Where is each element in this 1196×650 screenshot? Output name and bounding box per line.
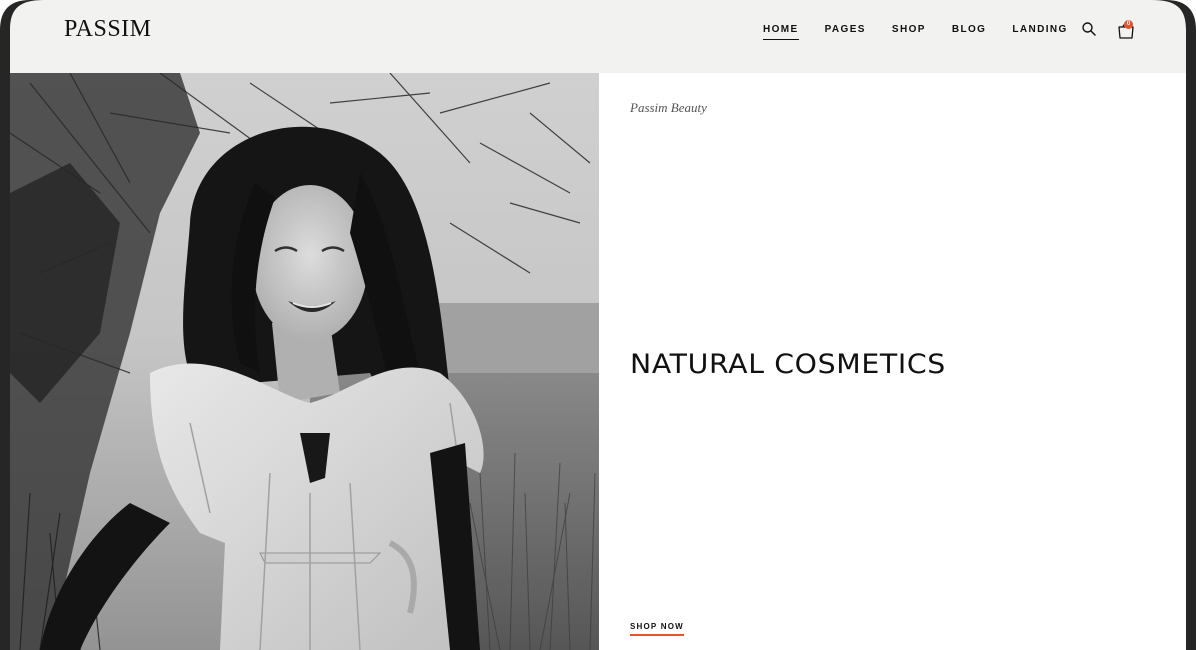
shop-now-link[interactable]: SHOP NOW <box>630 622 684 636</box>
hero-eyebrow: Passim Beauty <box>630 100 707 115</box>
nav-item-shop[interactable]: SHOP <box>892 24 926 40</box>
search-icon[interactable] <box>1081 21 1097 37</box>
nav-item-landing[interactable]: LANDING <box>1012 24 1067 40</box>
site-logo[interactable]: PASSIM <box>64 16 152 43</box>
main-nav: HOME PAGES SHOP BLOG LANDING <box>763 24 1094 40</box>
nav-item-blog[interactable]: BLOG <box>952 24 987 40</box>
browser-screen: PASSIM HOME PAGES SHOP BLOG LANDING 0 Pa… <box>10 0 1186 650</box>
cart-count-badge: 0 <box>1124 20 1133 29</box>
hero-image <box>10 73 599 650</box>
nav-item-pages[interactable]: PAGES <box>825 24 866 40</box>
site-header: PASSIM HOME PAGES SHOP BLOG LANDING 0 <box>10 0 1186 73</box>
nav-item-home[interactable]: HOME <box>763 24 799 40</box>
hero-headline: NATURAL COSMETICS <box>630 349 946 380</box>
